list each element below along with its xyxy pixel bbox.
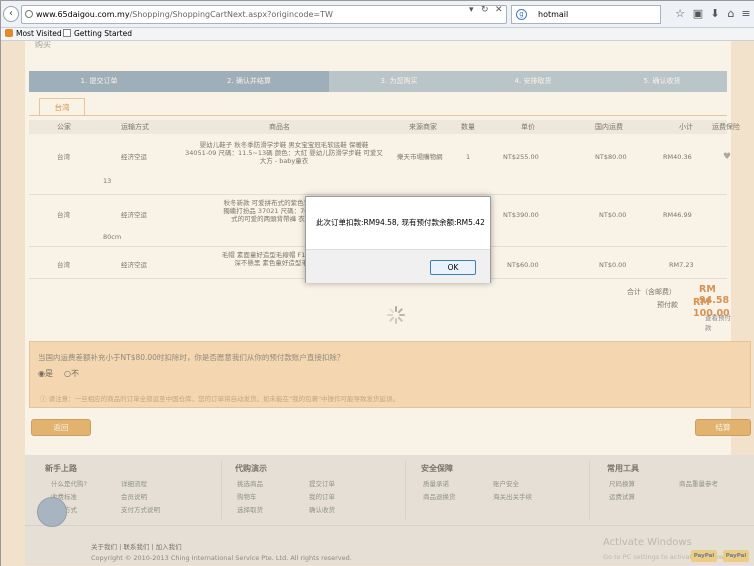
browser-window: ‹ www.65daigou.com.my/Shopping/ShoppingC… [0,0,754,566]
home-icon[interactable]: ⌂ [724,7,738,21]
modal-backdrop [1,41,754,566]
bookmark-most-visited[interactable]: Most Visited [5,28,62,40]
browser-toolbar: ‹ www.65daigou.com.my/Shopping/ShoppingC… [1,1,754,28]
dialog-message: 此次订单扣款:RM94.58, 现有预付款余额:RM5.42 [316,218,485,227]
back-button[interactable]: ‹ [3,6,19,22]
search-engine-icon[interactable]: g [516,9,527,20]
menu-icon[interactable]: ≡ [739,7,753,21]
search-input[interactable]: g hotmail [511,5,661,24]
bookmarks-bar: Most Visited Getting Started [1,28,754,41]
globe-icon [25,10,33,18]
clipboard-icon[interactable]: ▣ [691,7,705,21]
address-bar[interactable]: www.65daigou.com.my/Shopping/ShoppingCar… [21,5,507,24]
star-icon[interactable]: ☆ [673,7,687,21]
reload-icon[interactable]: ↻ [481,5,489,15]
alert-dialog: 此次订单扣款:RM94.58, 现有预付款余额:RM5.42 OK [305,196,491,283]
url-path: /Shopping/ShoppingCartNext.aspx?originco… [129,10,333,19]
bookmark-icon [5,29,13,37]
dropdown-icon[interactable]: ▾ [469,5,474,15]
ok-button[interactable]: OK [430,260,476,275]
bookmark-getting-started[interactable]: Getting Started [63,28,132,40]
url-host: www.65daigou.com.my [36,10,130,19]
stop-icon[interactable]: ✕ [495,5,503,15]
search-value: hotmail [538,10,569,19]
dialog-button-bar: OK [306,249,490,283]
download-icon[interactable]: ⬇ [708,7,722,21]
page-icon [63,29,71,37]
